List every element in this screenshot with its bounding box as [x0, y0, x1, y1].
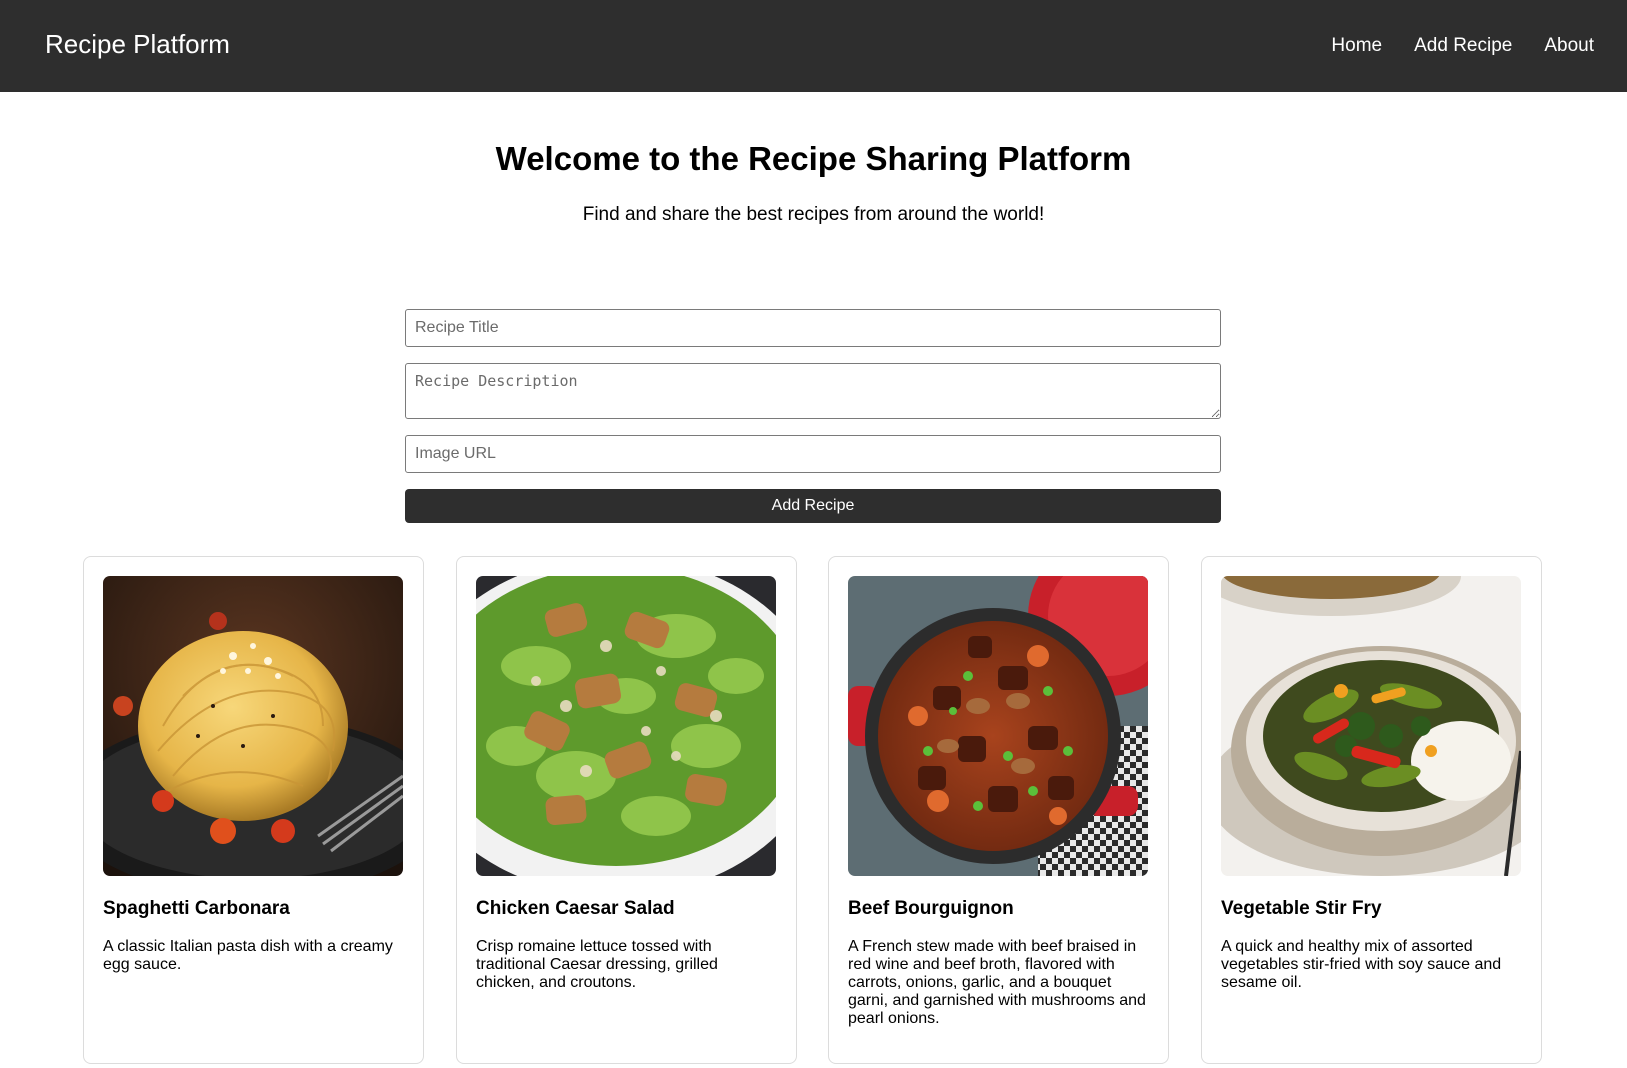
recipe-image-stew [848, 576, 1148, 876]
recipe-description: A quick and healthy mix of assorted vege… [1221, 938, 1502, 991]
nav-link-about[interactable]: About [1544, 35, 1594, 57]
recipe-title: Spaghetti Carbonara [103, 898, 290, 919]
image-url-input[interactable] [405, 435, 1221, 473]
stir-fry-photo [1221, 576, 1521, 876]
hero-title: Welcome to the Recipe Sharing Platform [495, 140, 1132, 177]
recipe-title-input[interactable] [405, 309, 1221, 347]
nav-links: Home Add Recipe About [1331, 35, 1594, 57]
recipe-description: A French stew made with beef braised in … [848, 938, 1146, 1027]
spaghetti-photo [103, 576, 403, 876]
recipe-description: Crisp romaine lettuce tossed with tradit… [476, 938, 718, 991]
recipe-description: A classic Italian pasta dish with a crea… [103, 938, 393, 973]
nav-link-home[interactable]: Home [1331, 35, 1382, 57]
recipe-description-textarea[interactable] [405, 363, 1221, 419]
recipe-title: Vegetable Stir Fry [1221, 898, 1382, 919]
recipe-card: Beef Bourguignon A French stew made with… [828, 556, 1169, 1064]
recipe-card: Spaghetti Carbonara A classic Italian pa… [83, 556, 424, 1064]
brand-logo-text[interactable]: Recipe Platform [45, 29, 230, 60]
recipe-image-salad [476, 576, 776, 876]
recipe-card: Vegetable Stir Fry A quick and healthy m… [1201, 556, 1542, 1064]
recipe-card: Chicken Caesar Salad Crisp romaine lettu… [456, 556, 797, 1064]
recipe-title: Chicken Caesar Salad [476, 898, 675, 919]
navbar: Recipe Platform Home Add Recipe About [0, 0, 1627, 92]
hero-subtitle: Find and share the best recipes from aro… [582, 204, 1045, 225]
recipe-image-spaghetti [103, 576, 403, 876]
salad-photo [476, 576, 776, 876]
nav-link-add-recipe[interactable]: Add Recipe [1414, 35, 1512, 57]
add-recipe-button[interactable]: Add Recipe [405, 489, 1221, 523]
stew-photo [848, 576, 1148, 876]
recipe-title: Beef Bourguignon [848, 898, 1014, 919]
recipe-image-stir-fry [1221, 576, 1521, 876]
